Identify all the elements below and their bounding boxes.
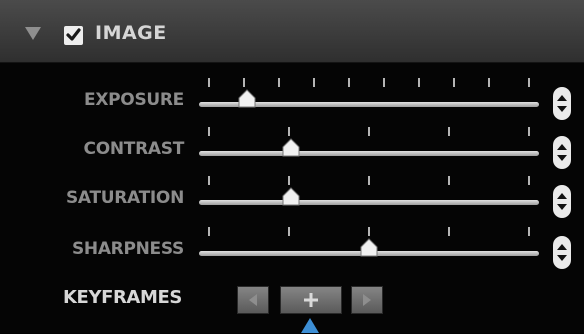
tick-mark bbox=[208, 127, 210, 136]
next-keyframe-icon bbox=[363, 294, 371, 306]
keyframes-label: KEYFRAMES bbox=[63, 287, 182, 308]
stepper-down-icon[interactable] bbox=[557, 204, 567, 210]
tick-mark bbox=[368, 227, 370, 236]
tick-mark bbox=[448, 127, 450, 136]
stepper-up-icon[interactable] bbox=[557, 144, 567, 150]
stepper-up-icon[interactable] bbox=[557, 193, 567, 199]
tick-mark bbox=[453, 78, 455, 87]
image-section-header[interactable]: IMAGE bbox=[0, 0, 584, 63]
previous-keyframe-icon bbox=[249, 294, 257, 306]
tick-mark bbox=[208, 227, 210, 236]
tick-mark bbox=[348, 78, 350, 87]
previous-keyframe-button[interactable] bbox=[237, 286, 269, 314]
saturation-row: SATURATION bbox=[0, 176, 584, 226]
contrast-label: CONTRAST bbox=[83, 139, 185, 159]
tick-mark bbox=[288, 127, 290, 136]
tick-mark bbox=[528, 176, 530, 185]
saturation-stepper[interactable] bbox=[553, 185, 571, 218]
add-keyframe-button[interactable] bbox=[280, 286, 342, 314]
tick-mark bbox=[288, 176, 290, 185]
tick-mark bbox=[278, 78, 280, 87]
stepper-up-icon[interactable] bbox=[557, 95, 567, 101]
stepper-down-icon[interactable] bbox=[557, 255, 567, 261]
image-enable-checkbox[interactable] bbox=[64, 26, 83, 45]
sharpness-slider-thumb[interactable] bbox=[359, 238, 379, 258]
tick-mark bbox=[368, 127, 370, 136]
tick-mark bbox=[383, 78, 385, 87]
next-keyframe-button[interactable] bbox=[351, 286, 383, 314]
sharpness-label: SHARPNESS bbox=[71, 239, 184, 259]
tick-mark bbox=[418, 78, 420, 87]
tick-mark bbox=[488, 78, 490, 87]
saturation-label: SATURATION bbox=[65, 188, 184, 208]
contrast-slider-thumb[interactable] bbox=[281, 138, 301, 158]
stepper-down-icon[interactable] bbox=[557, 106, 567, 112]
tick-mark bbox=[528, 227, 530, 236]
exposure-row: EXPOSURE bbox=[0, 78, 584, 128]
section-title: IMAGE bbox=[95, 22, 167, 44]
sharpness-row: SHARPNESS bbox=[0, 227, 584, 277]
contrast-slider-track[interactable] bbox=[199, 151, 539, 156]
image-panel: IMAGE EXPOSURE CONTRAST SATURATION SHARP… bbox=[0, 0, 584, 333]
triangle-down-icon[interactable] bbox=[24, 25, 42, 41]
sharpness-stepper[interactable] bbox=[553, 236, 571, 269]
stepper-down-icon[interactable] bbox=[557, 155, 567, 161]
saturation-slider-thumb[interactable] bbox=[281, 187, 301, 207]
exposure-stepper[interactable] bbox=[553, 87, 571, 120]
tick-mark bbox=[528, 78, 530, 87]
plus-icon bbox=[304, 293, 318, 307]
checkmark-icon bbox=[66, 28, 81, 41]
exposure-label: EXPOSURE bbox=[84, 90, 184, 110]
tick-mark bbox=[208, 176, 210, 185]
tick-mark bbox=[448, 176, 450, 185]
contrast-stepper[interactable] bbox=[553, 136, 571, 169]
contrast-row: CONTRAST bbox=[0, 127, 584, 177]
tick-mark bbox=[448, 227, 450, 236]
tick-mark bbox=[528, 127, 530, 136]
tick-mark bbox=[368, 176, 370, 185]
tick-mark bbox=[313, 78, 315, 87]
pointer-cursor-icon bbox=[301, 318, 319, 333]
tick-mark bbox=[243, 78, 245, 87]
tick-mark bbox=[288, 227, 290, 236]
exposure-slider-thumb[interactable] bbox=[237, 89, 257, 109]
tick-mark bbox=[208, 78, 210, 87]
saturation-slider-track[interactable] bbox=[199, 200, 539, 205]
stepper-up-icon[interactable] bbox=[557, 244, 567, 250]
